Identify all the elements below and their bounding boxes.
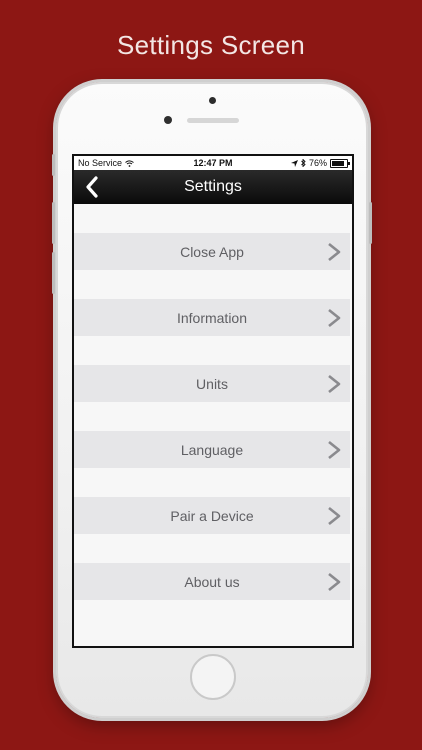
front-camera: [164, 116, 172, 124]
menu-item-units[interactable]: Units: [74, 365, 350, 402]
battery-percent: 76%: [308, 158, 327, 168]
page-headline: Settings Screen: [116, 30, 306, 60]
menu-item-close-app[interactable]: Close App: [74, 233, 350, 270]
chevron-right-icon: [328, 572, 341, 592]
menu-item-label: About us: [184, 573, 240, 590]
mute-switch: [52, 154, 55, 176]
status-bar: No Service 12:47 PM 76%: [74, 156, 352, 170]
screen-title: Settings: [184, 178, 242, 195]
volume-up-button: [52, 202, 55, 244]
bluetooth-icon: [301, 159, 306, 167]
location-arrow-icon: [290, 159, 298, 167]
menu-item-about-us[interactable]: About us: [74, 563, 350, 600]
battery-icon: [330, 158, 350, 168]
menu-item-language[interactable]: Language: [74, 431, 350, 468]
app-screen: No Service 12:47 PM 76% Settings Close A…: [72, 154, 354, 648]
menu-item-label: Close App: [180, 243, 244, 260]
navigation-bar: Settings: [74, 170, 352, 204]
volume-down-button: [52, 252, 55, 294]
front-sensor: [209, 97, 216, 104]
chevron-right-icon: [328, 308, 341, 328]
chevron-right-icon: [328, 506, 341, 526]
menu-item-pair-device[interactable]: Pair a Device: [74, 497, 350, 534]
earpiece-speaker: [187, 118, 239, 123]
menu-item-label: Information: [176, 309, 248, 326]
chevron-right-icon: [328, 374, 341, 394]
power-button: [369, 202, 372, 244]
phone-frame: No Service 12:47 PM 76% Settings Close A…: [52, 82, 372, 718]
chevron-right-icon: [328, 440, 341, 460]
menu-item-label: Language: [180, 441, 244, 458]
menu-item-label: Units: [196, 375, 228, 392]
home-button[interactable]: [190, 654, 236, 700]
chevron-right-icon: [328, 242, 341, 262]
menu-item-label: Pair a Device: [170, 507, 254, 524]
menu-item-information[interactable]: Information: [74, 299, 350, 336]
